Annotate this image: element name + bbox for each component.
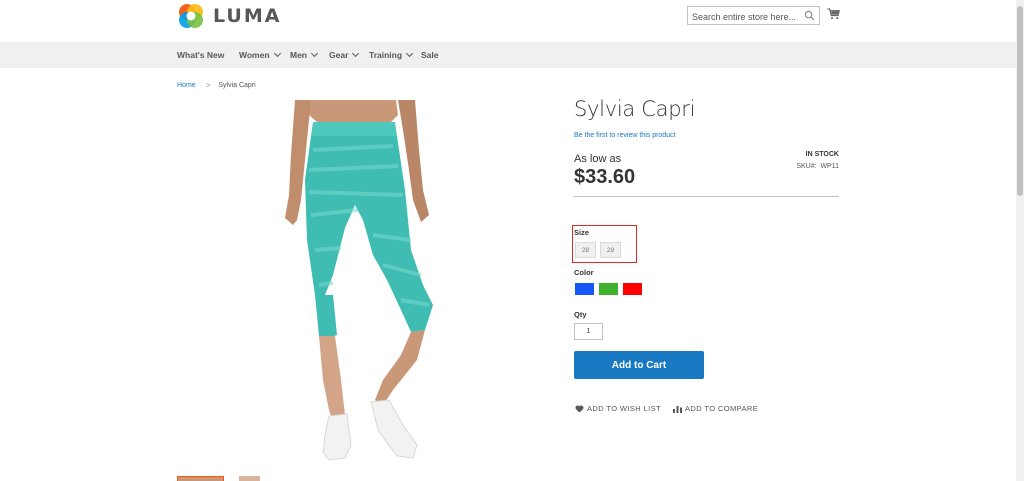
price-label: As low as [574, 153, 622, 165]
add-to-compare-link[interactable]: ADD TO COMPARE [673, 404, 758, 413]
size-label: Size [574, 228, 590, 237]
compare-icon [673, 405, 682, 413]
add-to-cart-button[interactable]: Add to Cart [574, 351, 704, 379]
nav-item-women[interactable]: Women [239, 49, 281, 60]
product-price: $33.60 [574, 166, 636, 188]
nav-item-label: Men [290, 50, 307, 60]
nav-item-label: Women [239, 50, 270, 60]
heart-icon [575, 405, 584, 413]
size-option-28[interactable]: 28 [575, 242, 596, 258]
info-divider [574, 196, 839, 197]
store-logo[interactable]: LUMA [177, 2, 281, 30]
product-thumbnail[interactable] [239, 476, 260, 481]
compare-label: ADD TO COMPARE [685, 404, 759, 413]
add-to-wishlist-link[interactable]: ADD TO WISH LIST [575, 404, 661, 413]
search-input[interactable] [688, 8, 798, 26]
chevron-down-icon [310, 49, 319, 58]
nav-item-whats-new[interactable]: What's New [177, 50, 224, 60]
nav-item-label: What's New [177, 50, 225, 60]
stock-status: IN STOCK [805, 151, 839, 158]
chevron-down-icon [273, 49, 281, 58]
search-box[interactable] [687, 6, 820, 26]
nav-item-label: Gear [329, 50, 349, 60]
nav-item-training[interactable]: Training [369, 49, 414, 60]
main-navigation: What's New Women Men Gear Training Sale [0, 42, 1016, 68]
search-icon[interactable] [804, 10, 815, 21]
breadcrumb-home-link[interactable]: Home [177, 82, 196, 89]
review-link[interactable]: Be the first to review this product [574, 132, 676, 139]
breadcrumb-separator: > [205, 81, 211, 90]
color-label: Color [574, 268, 594, 277]
breadcrumb-current: Sylvia Capri [218, 82, 256, 89]
product-title: Sylvia Capri [574, 97, 696, 121]
color-swatch-blue[interactable] [575, 283, 594, 295]
wishlist-label: ADD TO WISH LIST [587, 404, 662, 413]
nav-item-sale[interactable]: Sale [421, 50, 439, 60]
size-option-29[interactable]: 29 [600, 242, 621, 258]
qty-label: Qty [574, 310, 587, 319]
product-thumbnail-active[interactable] [177, 476, 224, 481]
luma-logo-icon [179, 4, 203, 28]
product-sku: SKU#: WP11 [770, 163, 839, 170]
qty-input[interactable] [574, 323, 603, 340]
page-scrollbar[interactable] [1016, 0, 1024, 481]
logo-text: LUMA [213, 5, 282, 27]
breadcrumb: Home > Sylvia Capri [177, 81, 256, 90]
page-header: LUMA [0, 0, 1016, 42]
chevron-down-icon [352, 49, 360, 58]
cart-icon[interactable] [827, 8, 840, 20]
color-swatch-green[interactable] [599, 283, 618, 295]
color-swatch-red[interactable] [623, 283, 642, 295]
chevron-down-icon [406, 49, 414, 58]
nav-item-gear[interactable]: Gear [329, 49, 360, 60]
nav-item-label: Training [369, 50, 403, 60]
scrollbar-thumb[interactable] [1017, 6, 1023, 196]
product-main-image[interactable] [233, 100, 503, 470]
nav-item-men[interactable]: Men [290, 49, 319, 60]
sku-value: WP11 [820, 163, 839, 170]
sku-label: SKU#: [796, 163, 817, 170]
nav-item-label: Sale [421, 50, 439, 60]
